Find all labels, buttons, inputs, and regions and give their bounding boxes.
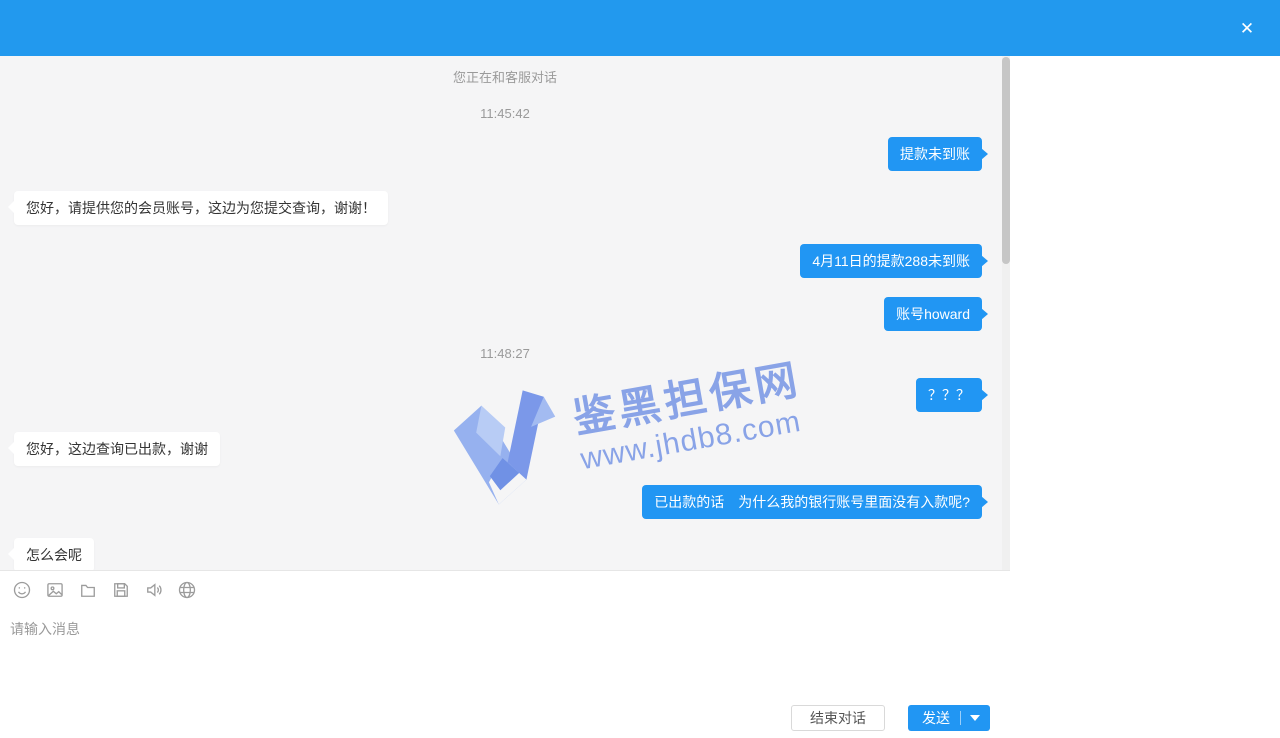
image-icon[interactable] (45, 580, 65, 600)
emoji-icon[interactable] (12, 580, 32, 600)
live-chat-window: ✕ 怎么会呢 已出款的话 为什么我的银行账号里面没有入款呢? 您好，这边查询已出款，… (0, 0, 1280, 738)
message-input[interactable] (0, 613, 1010, 693)
user-message: 提款未到账 (888, 137, 982, 171)
file-icon[interactable] (78, 580, 98, 600)
composer: 结束对话 发送 (0, 570, 1010, 738)
user-message: ？？？ (916, 378, 982, 412)
user-message: 已出款的话 为什么我的银行账号里面没有入款呢? (642, 485, 982, 519)
send-button-label: 发送 (922, 708, 950, 728)
close-icon[interactable]: ✕ (1236, 18, 1258, 40)
message-list: 怎么会呢 已出款的话 为什么我的银行账号里面没有入款呢? 您好，这边查询已出款，谢谢… (0, 56, 1010, 570)
chat-column: 怎么会呢 已出款的话 为什么我的银行账号里面没有入款呢? 您好，这边查询已出款，谢谢… (0, 56, 1010, 738)
chat-timestamp: 11:45:42 (480, 105, 530, 123)
user-message: 4月11日的提款288未到账 (800, 244, 982, 278)
user-message: 账号howard (884, 297, 982, 331)
audio-icon[interactable] (144, 580, 164, 600)
composer-toolbar (0, 571, 1010, 600)
chat-scrollbar[interactable] (1002, 56, 1010, 570)
send-divider (960, 711, 961, 725)
composer-actions: 结束对话 发送 (791, 705, 990, 731)
end-chat-button[interactable]: 结束对话 (791, 705, 885, 731)
globe-icon[interactable] (177, 580, 197, 600)
chat-timestamp: 11:48:27 (480, 345, 530, 363)
agent-message: 您好，这边查询已出款，谢谢 (14, 432, 220, 466)
chevron-down-icon[interactable] (970, 715, 980, 721)
side-panel (1010, 56, 1280, 738)
save-icon[interactable] (111, 580, 131, 600)
chat-header: ✕ (0, 0, 1280, 56)
chat-scrollbar-thumb[interactable] (1002, 57, 1010, 264)
send-button[interactable]: 发送 (908, 705, 990, 731)
chat-status: 您正在和客服对话 (453, 69, 557, 87)
agent-message: 您好，请提供您的会员账号，这边为您提交查询，谢谢！ (14, 191, 388, 225)
agent-message: 怎么会呢 (14, 538, 94, 570)
